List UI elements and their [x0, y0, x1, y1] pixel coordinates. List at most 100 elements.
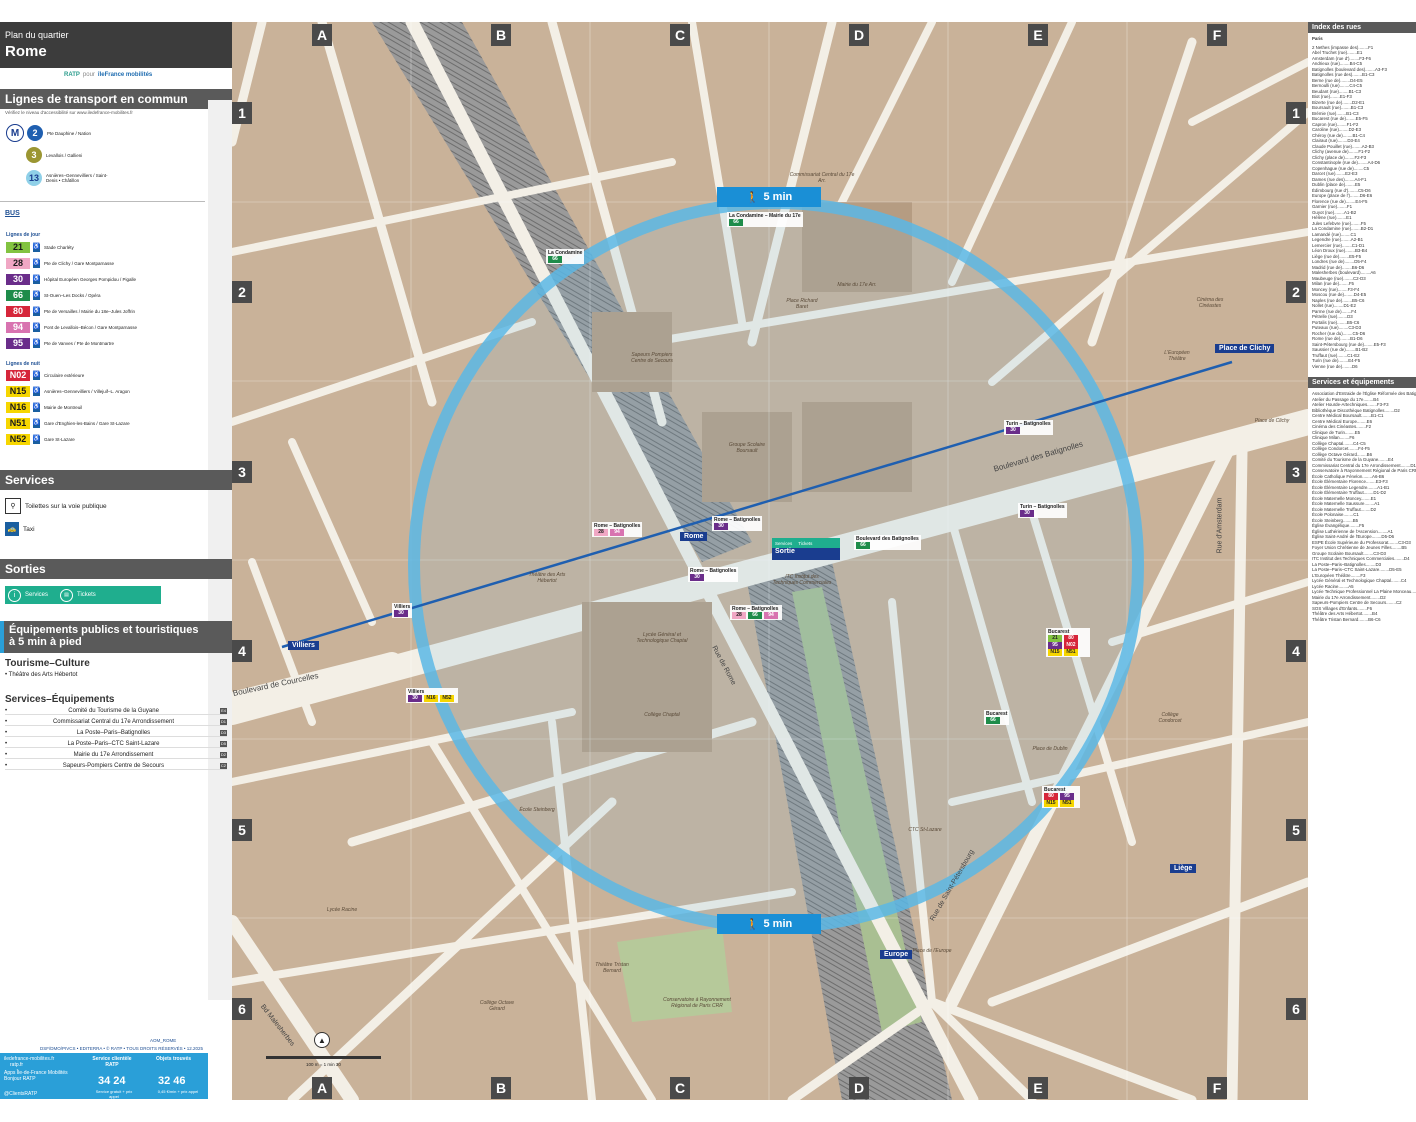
bus-stop-bucarest-2[interactable]: Bucarest 66: [984, 710, 1010, 725]
bus-line-row[interactable]: 95 ♿ Pte de Vanves / Pte de Montmartre: [6, 338, 154, 349]
equipement-item-label: La Poste–Paris–CTC Saint-Lazare: [67, 741, 160, 747]
bus-chip: N15: [1044, 800, 1058, 807]
metro-line-row[interactable]: 3 Levallois / Gallieni: [26, 147, 116, 163]
place-richard-baret: Place Richard Baret: [786, 298, 818, 310]
service-taxi[interactable]: 🚕 Taxi: [5, 522, 35, 536]
bus-stop-boulevard-batignolles[interactable]: Boulevard des Batignolles 66: [854, 535, 921, 550]
place-sapeurs-pompiers[interactable]: Sapeurs Pompiers Centre de Secours: [627, 352, 677, 364]
bus-line-row[interactable]: 66 ♿ St-Ouen–Les Docks / Opéra: [6, 290, 154, 301]
bus-line-row[interactable]: 94 ♿ Pont de Levallois–Bécon / Gare Montpa…: [6, 322, 154, 333]
index-equipement-entry[interactable]: ITC Institut des Techniques Commerciales…: [1308, 556, 1416, 562]
index-equipement-entry[interactable]: Théâtre Tristan Bernard........B6-C6: [1308, 617, 1416, 623]
place-college-condorcet[interactable]: Collège Condorcet: [1150, 712, 1190, 724]
index-equipement-entry[interactable]: Conservatoire à Rayonnement Régional de …: [1308, 468, 1416, 474]
footer-apps[interactable]: Apps Île-de-France Mobilités Bonjour RAT…: [4, 1070, 84, 1082]
place-ecole-steinberg[interactable]: École Steinberg: [517, 807, 557, 813]
place-groupe-scolaire[interactable]: Groupe Scolaire Boursault: [722, 442, 772, 454]
map-area[interactable]: 🚶 5 min 🚶 5 min Rome Villiers Place de Cli…: [232, 22, 1308, 1100]
bus-line-row[interactable]: N52 ♿ Gare St-Lazare: [6, 434, 154, 445]
metro-icon: M: [6, 124, 24, 142]
tourisme-item[interactable]: • Théâtre des Arts Hébertot: [5, 672, 77, 678]
wheelchair-icon: ♿: [32, 371, 41, 380]
bus-stop-bucarest-1[interactable]: Bucarest 21 8095 N02N15 N51: [1046, 628, 1090, 657]
client-service-title: Service clientèle RATP: [92, 1056, 132, 1068]
place-theatre-tristan[interactable]: Théâtre Tristan Bernard: [587, 962, 637, 974]
bus-stop-la-condamine[interactable]: La Condamine 66: [546, 249, 585, 264]
footer-social[interactable]: @ClientsRATP: [4, 1091, 37, 1097]
services-section-title: Services: [0, 470, 232, 490]
exit-box[interactable]: Services Tickets Sortie: [772, 538, 840, 562]
equipement-item[interactable]: • La Poste–Paris–Batignolles D3: [5, 730, 227, 737]
bus-chip: 95: [1048, 642, 1062, 649]
bus-line-row[interactable]: N16 ♿ Mairie de Montreuil: [6, 402, 154, 413]
metro-line-badge: 13: [26, 170, 42, 186]
bus-line-row[interactable]: 30 ♿ Hôpital Européen Georges Pompidou / P…: [6, 274, 154, 285]
equipement-item-ref: C2: [219, 763, 227, 769]
bus-stop-rome-batignolles-2[interactable]: Rome – Batignolles 30: [712, 516, 763, 531]
metro-line-badge: 2: [27, 125, 43, 141]
grid-col-label: D: [849, 24, 869, 46]
place-mairie-17[interactable]: Mairie du 17e Arr.: [832, 282, 882, 288]
equipement-item[interactable]: • La Poste–Paris–CTC Saint-Lazare D5: [5, 741, 227, 748]
bus-stop-la-condamine-mairie[interactable]: La Condamine – Mairie du 17e 66: [727, 212, 803, 227]
footer-web2[interactable]: ratp.fr: [10, 1062, 23, 1068]
client-service-phone[interactable]: 34 24: [98, 1075, 126, 1087]
bus-line-row[interactable]: N51 ♿ Gare d'Enghien-les-Bains / Gare St-L…: [6, 418, 154, 429]
bus-stop-turin-batignolles-1[interactable]: Turin – Batignolles 30: [1004, 420, 1053, 435]
place-college-chaptal[interactable]: Collège Chaptal: [642, 712, 682, 718]
bus-chip: 66: [548, 256, 562, 263]
index-equipement-entry[interactable]: Foyer Union Chrétienne de Jeunes Filles.…: [1308, 545, 1416, 551]
metro-station-rome[interactable]: Rome: [680, 532, 708, 541]
metro-station-place-de-clichy[interactable]: Place de Clichy: [1215, 344, 1275, 353]
place-ctc-st-lazare[interactable]: CTC St-Lazare: [900, 827, 950, 833]
place-lycee-chaptal[interactable]: Lycée Général et Technologique Chaptal: [632, 632, 692, 644]
equipement-item[interactable]: • Comité du Tourisme de la Guyane E4: [5, 708, 227, 715]
bus-line-badge: 30: [6, 274, 30, 285]
index-street-entry[interactable]: Vienne (rue de)........D6: [1308, 364, 1416, 370]
bus-line-dest: Stade Charléty: [44, 245, 74, 250]
service-toilets[interactable]: ⚲ Toilettes sur la voie publique: [5, 498, 107, 514]
bus-line-row[interactable]: 80 ♿ Pte de Versailles / Mairie du 18e–Jul…: [6, 306, 154, 317]
metro-station-villiers[interactable]: Villiers: [288, 641, 319, 650]
index-equipement-entry[interactable]: Association d'Entraide de l'Église Réfor…: [1308, 391, 1416, 397]
index-equipement-entry[interactable]: La Poste–Paris–CTC Saint-Lazare........D…: [1308, 567, 1416, 573]
metro-line-dest: Levallois / Gallieni: [46, 152, 83, 158]
bus-stop-villiers-1[interactable]: Villiers 30: [392, 603, 413, 618]
index-equipement-entry[interactable]: Sapeurs-Pompiers Centre de Secours......…: [1308, 600, 1416, 606]
grid-row-label: 4: [232, 640, 252, 662]
index-equipement-entry[interactable]: Lycée Technique Professionnel La Plaine …: [1308, 589, 1416, 595]
place-europeen[interactable]: L'Européen Théâtre: [1157, 350, 1197, 362]
place-theatre-hebertot[interactable]: Théâtre des Arts Hébertot: [522, 572, 572, 584]
bus-line-row[interactable]: N02 ♿ Circulaire extérieure: [6, 370, 154, 381]
index-equipement-entry[interactable]: Lycée Général et Technologique Chaptal..…: [1308, 578, 1416, 584]
bus-stop-rome-batignolles-4[interactable]: Rome – Batignolles 28 66 94: [730, 605, 782, 620]
metro-station-liege[interactable]: Liège: [1170, 864, 1197, 873]
place-commissariat[interactable]: Commissariat Central du 17e Arr.: [787, 172, 857, 184]
bus-line-row[interactable]: N15 ♿ Asnières–Gennevilliers / Villejuif–L…: [6, 386, 154, 397]
equipement-item[interactable]: • Mairie du 17e Arrondissement D2: [5, 752, 227, 759]
bus-chip: 66: [729, 219, 743, 226]
equipement-item[interactable]: • Commissariat Central du 17e Arrondisse…: [5, 719, 227, 726]
place-itc[interactable]: ITC Institut des Techniques Commerciales: [772, 574, 832, 586]
place-lycee-racine[interactable]: Lycée Racine: [322, 907, 362, 913]
place-conservatoire[interactable]: Conservatoire à Rayonnement Régional de …: [662, 997, 732, 1009]
place-college-octave[interactable]: Collège Octave Gérard: [472, 1000, 522, 1012]
bus-chip: 30: [1006, 427, 1020, 434]
equipement-item[interactable]: • Sapeurs-Pompiers Centre de Secours C2: [5, 763, 227, 770]
grid-row-label: 3: [1286, 461, 1306, 483]
lost-found-phone[interactable]: 32 46: [158, 1075, 186, 1087]
bus-stop-rome-batignolles-3[interactable]: Rome – Batignolles 30: [688, 567, 739, 582]
bus-stop-rome-batignolles-1[interactable]: Rome – Batignolles 28 94: [592, 522, 643, 537]
place-cinema-cineastes[interactable]: Cinéma des Cinéastes: [1190, 297, 1230, 309]
bus-line-badge: 66: [6, 290, 30, 301]
bus-line-row[interactable]: 21 ♿ Stade Charléty: [6, 242, 154, 253]
metro-line-row[interactable]: 13 Asnières–Gennevilliers / Saint-Denis •…: [26, 170, 116, 186]
bus-stop-bucarest-3[interactable]: Bucarest 80 95N15 N51: [1042, 786, 1080, 808]
index-rues-list: 2 Nethes (impasse des)........F1 Abel Tru…: [1308, 45, 1416, 370]
bus-line-dest: Pont de Levallois–Bécon / Gare Montparna…: [44, 325, 138, 330]
bus-stop-villiers-2[interactable]: Villiers 30 N16 N52: [406, 688, 458, 703]
bus-line-row[interactable]: 28 ♿ Pte de Clichy / Gare Montparnasse: [6, 258, 154, 269]
metro-station-europe[interactable]: Europe: [880, 950, 913, 959]
metro-line-row[interactable]: M 2 Pte Dauphine / Nation: [6, 124, 117, 142]
bus-stop-turin-batignolles-2[interactable]: Turin – Batignolles 30: [1018, 503, 1067, 518]
